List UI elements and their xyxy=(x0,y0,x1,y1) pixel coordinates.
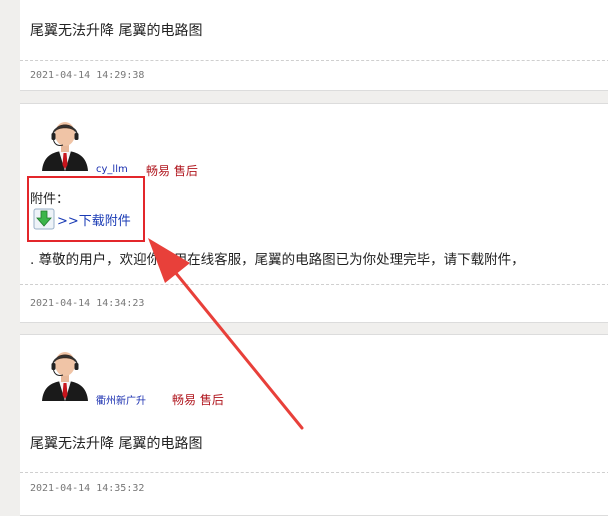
post-message: . 尊敬的用户，欢迎你使用在线客服，尾翼的电路图已为你处理完毕，请下载附件， xyxy=(30,252,525,268)
post-message: 尾翼无法升降 尾翼的电路图 xyxy=(30,436,203,452)
username-link[interactable]: 衢州新广升 xyxy=(96,392,146,407)
post-timestamp: 2021-04-14 14:34:23 xyxy=(30,298,145,309)
avatar-icon[interactable] xyxy=(40,113,90,171)
post-timestamp: 2021-04-14 14:35:32 xyxy=(30,483,145,494)
user-role: 畅易 售后 xyxy=(146,164,198,178)
post-divider xyxy=(20,60,608,61)
post-divider xyxy=(20,472,608,473)
post-timestamp: 2021-04-14 14:29:38 xyxy=(30,70,145,81)
post-message: 尾翼无法升降 尾翼的电路图 xyxy=(30,23,203,39)
highlight-box xyxy=(27,176,145,242)
username-link[interactable]: cy_llm xyxy=(96,164,128,175)
avatar-icon[interactable] xyxy=(40,343,90,401)
post-divider xyxy=(20,284,608,285)
user-role: 畅易 售后 xyxy=(172,393,224,407)
